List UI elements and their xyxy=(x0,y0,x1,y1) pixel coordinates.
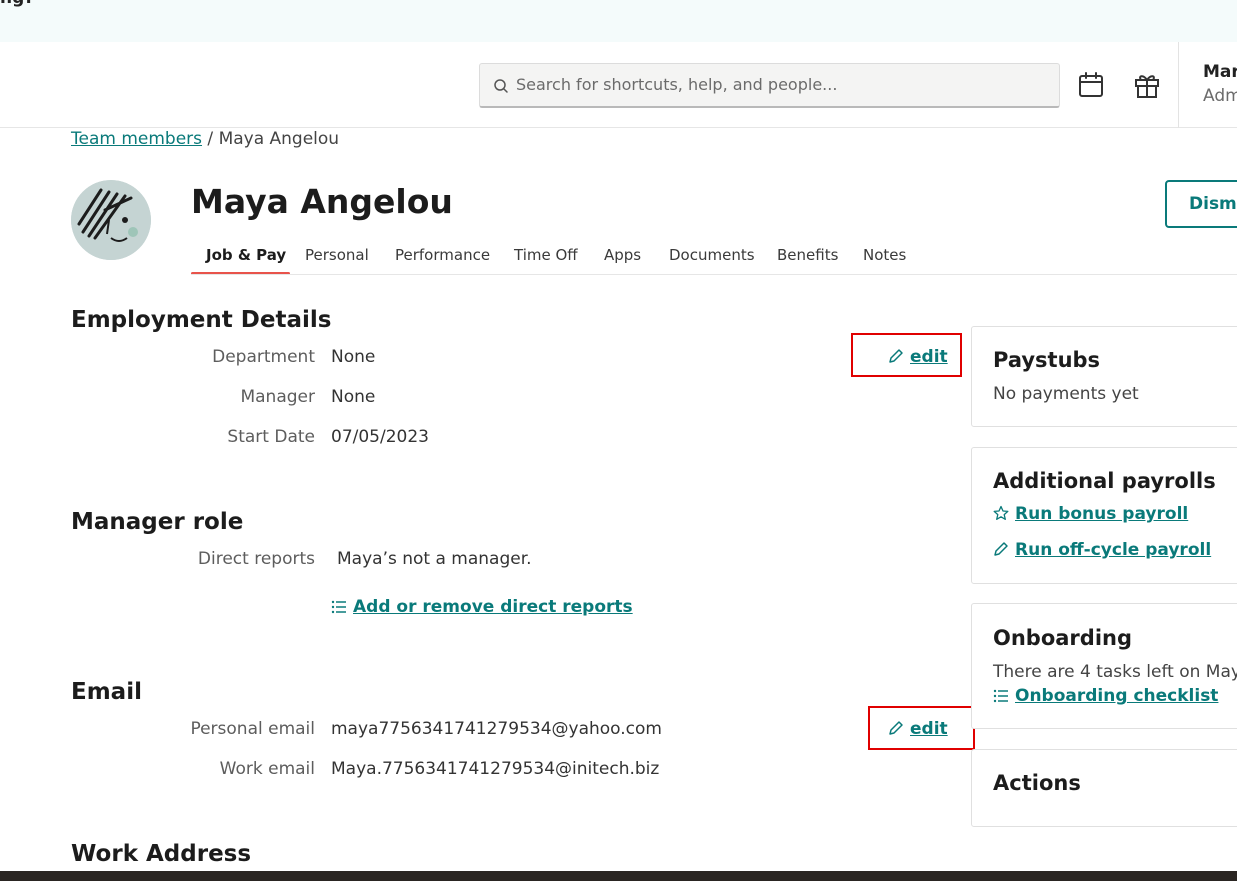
calendar-icon[interactable] xyxy=(1077,71,1105,99)
start-date-value: 07/05/2023 xyxy=(331,427,429,447)
avatar xyxy=(71,180,151,260)
department-value: None xyxy=(331,347,376,367)
onboarding-checklist-link[interactable]: Onboarding checklist xyxy=(993,686,1218,706)
user-role: Adm xyxy=(1203,86,1237,106)
tab-benefits[interactable]: Benefits xyxy=(777,246,838,264)
run-off-cycle-payroll-label: Run off-cycle payroll xyxy=(1015,540,1212,560)
top-bar: Mar Adm xyxy=(0,42,1237,128)
tabs-divider xyxy=(191,274,1237,275)
add-remove-direct-reports-link[interactable]: Add or remove direct reports xyxy=(331,597,633,617)
user-name[interactable]: Mar xyxy=(1203,62,1237,82)
avatar-face-icon xyxy=(71,180,151,260)
onboarding-title: Onboarding xyxy=(993,626,1133,650)
notification-banner: ng? xyxy=(0,0,1237,42)
breadcrumb: Team members / Maya Angelou xyxy=(71,129,339,149)
actions-title[interactable]: Actions xyxy=(993,771,1081,795)
gift-icon[interactable] xyxy=(1133,71,1161,99)
search-box[interactable] xyxy=(479,63,1060,108)
personal-email-value: maya7756341741279534@yahoo.com xyxy=(331,719,662,739)
work-address-heading: Work Address xyxy=(71,841,252,867)
search-input[interactable] xyxy=(516,64,1046,105)
star-icon xyxy=(993,505,1009,520)
direct-reports-value: Maya’s not a manager. xyxy=(337,549,532,569)
actions-card: Actions xyxy=(971,749,1237,827)
tab-apps[interactable]: Apps xyxy=(604,246,641,264)
bottom-strip xyxy=(0,871,1237,881)
dismiss-button[interactable]: Dismi xyxy=(1165,180,1237,228)
tab-performance[interactable]: Performance xyxy=(395,246,490,264)
tab-job-pay[interactable]: Job & Pay xyxy=(206,246,286,264)
tab-personal[interactable]: Personal xyxy=(305,246,369,264)
employment-details-heading: Employment Details xyxy=(71,307,332,333)
onboarding-card: Onboarding There are 4 tasks left on May… xyxy=(971,603,1237,729)
pencil-icon xyxy=(889,349,903,363)
additional-payrolls-title: Additional payrolls xyxy=(993,469,1216,493)
manager-role-heading: Manager role xyxy=(71,509,244,535)
run-bonus-payroll-label: Run bonus payroll xyxy=(1015,504,1189,524)
tab-documents[interactable]: Documents xyxy=(669,246,755,264)
tab-time-off[interactable]: Time Off xyxy=(514,246,578,264)
page-title: Maya Angelou xyxy=(191,182,453,221)
add-remove-direct-reports-label: Add or remove direct reports xyxy=(353,597,633,617)
employment-edit-label: edit xyxy=(910,347,948,367)
personal-email-label: Personal email xyxy=(190,719,315,739)
pencil-icon xyxy=(994,542,1008,556)
run-bonus-payroll-link[interactable]: Run bonus payroll xyxy=(993,504,1188,524)
email-heading: Email xyxy=(71,679,142,705)
search-icon xyxy=(494,79,508,93)
breadcrumb-team-members-link[interactable]: Team members xyxy=(71,129,202,149)
department-label: Department xyxy=(212,347,315,367)
run-off-cycle-payroll-link[interactable]: Run off-cycle payroll xyxy=(993,540,1211,560)
paystubs-text: No payments yet xyxy=(993,384,1139,404)
start-date-label: Start Date xyxy=(227,427,315,447)
list-icon xyxy=(331,600,346,614)
banner-text: ng? xyxy=(0,0,34,8)
breadcrumb-separator: / xyxy=(207,129,214,149)
direct-reports-label: Direct reports xyxy=(197,549,315,569)
work-email-value: Maya.7756341741279534@initech.biz xyxy=(331,759,660,779)
pencil-icon xyxy=(889,721,903,735)
manager-label: Manager xyxy=(240,387,315,407)
email-edit-label: edit xyxy=(910,719,948,739)
employment-edit-link[interactable]: edit xyxy=(888,347,948,367)
list-icon xyxy=(993,689,1008,703)
work-email-label: Work email xyxy=(219,759,315,779)
manager-value: None xyxy=(331,387,376,407)
onboarding-text: There are 4 tasks left on Maya’s xyxy=(993,662,1237,682)
additional-payrolls-card: Additional payrolls Run bonus payroll Ru… xyxy=(971,447,1237,584)
paystubs-title: Paystubs xyxy=(993,348,1101,372)
onboarding-checklist-label: Onboarding checklist xyxy=(1015,686,1219,706)
email-edit-link[interactable]: edit xyxy=(888,719,948,739)
topbar-divider xyxy=(1178,42,1179,128)
breadcrumb-current: Maya Angelou xyxy=(218,129,340,149)
paystubs-card: Paystubs No payments yet xyxy=(971,326,1237,427)
tab-notes[interactable]: Notes xyxy=(863,246,906,264)
